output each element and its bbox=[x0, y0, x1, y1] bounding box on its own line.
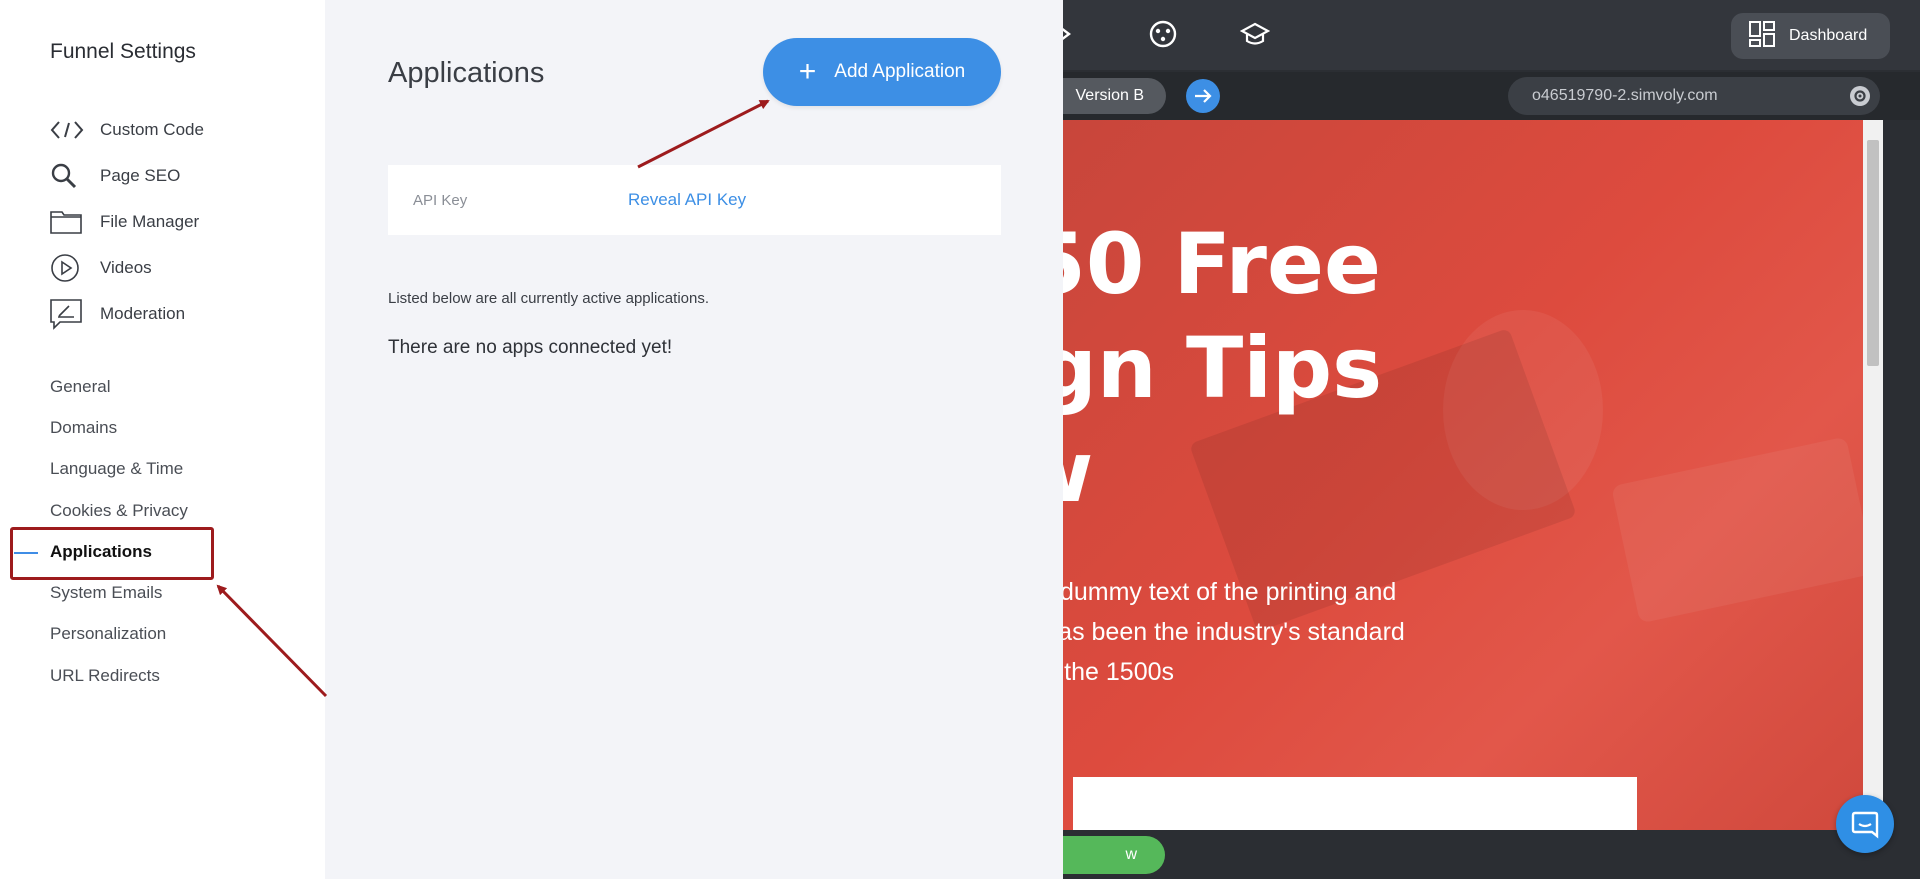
tool-label: Moderation bbox=[100, 304, 186, 323]
page-preview-canvas[interactable]: t 50 Free sign Tips ow sum is simply dum… bbox=[1063, 120, 1863, 830]
dashboard-icon bbox=[1749, 20, 1775, 52]
tool-file-manager[interactable]: File Manager bbox=[50, 199, 204, 245]
hero-line: ow bbox=[1063, 420, 1382, 524]
add-application-button[interactable]: + Add Application bbox=[763, 38, 1001, 106]
nav-item-language-time[interactable]: Language & Time bbox=[0, 449, 325, 490]
arrow-right-icon bbox=[1195, 89, 1212, 103]
api-key-label: API Key bbox=[413, 191, 468, 209]
nav-item-general[interactable]: General bbox=[0, 366, 325, 407]
nav-label: URL Redirects bbox=[50, 665, 160, 685]
page-title: Applications bbox=[388, 57, 545, 89]
applications-highlight-box bbox=[10, 527, 214, 580]
editor-preview: Dashboard Version B o46519790-2.simvoly.… bbox=[1063, 0, 1920, 879]
add-application-label: Add Application bbox=[834, 61, 966, 82]
scroll-thumb[interactable] bbox=[1867, 140, 1879, 366]
graduation-cap-icon[interactable] bbox=[1239, 18, 1271, 50]
editor-topbar: Dashboard bbox=[1063, 0, 1920, 70]
gear-icon[interactable] bbox=[1850, 86, 1870, 106]
listed-description: Listed below are all currently active ap… bbox=[388, 290, 709, 307]
nav-item-personalization[interactable]: Personalization bbox=[0, 614, 325, 655]
chat-icon bbox=[1851, 811, 1879, 839]
nav-label: Language & Time bbox=[50, 459, 184, 479]
play-circle-icon bbox=[50, 252, 86, 284]
hero-text-line: sum is simply dummy text of the printing… bbox=[1063, 578, 1397, 606]
empty-state-text: There are no apps connected yet! bbox=[388, 337, 673, 358]
tool-page-seo[interactable]: Page SEO bbox=[50, 153, 204, 199]
arrow-right-button[interactable] bbox=[1186, 79, 1220, 113]
nav-label: Personalization bbox=[50, 624, 167, 644]
tools-list: Custom Code Page SEO File Manager Videos… bbox=[50, 107, 204, 337]
tool-custom-code[interactable]: Custom Code bbox=[50, 107, 204, 153]
hero-text-line: g industry. It has been the industry's s… bbox=[1063, 618, 1405, 646]
tool-label: Videos bbox=[100, 258, 152, 277]
nav-item-cookies-privacy[interactable]: Cookies & Privacy bbox=[0, 490, 325, 531]
nav-label: General bbox=[50, 376, 111, 396]
dashboard-button[interactable]: Dashboard bbox=[1731, 13, 1890, 59]
applications-panel: Applications + Add Application API Key R… bbox=[325, 0, 1063, 879]
hero-line: sign Tips bbox=[1063, 319, 1383, 417]
site-url: o46519790-2.simvoly.com bbox=[1532, 87, 1718, 104]
tool-label: Custom Code bbox=[100, 120, 204, 139]
plus-icon: + bbox=[798, 55, 817, 88]
preview-scrollbar[interactable] bbox=[1863, 120, 1883, 830]
tool-videos[interactable]: Videos bbox=[50, 245, 204, 291]
comment-edit-icon bbox=[50, 298, 86, 330]
nav-label: System Emails bbox=[50, 583, 163, 603]
dashboard-label: Dashboard bbox=[1789, 27, 1868, 44]
hero-heading: t 50 Free sign Tips ow bbox=[1063, 212, 1382, 524]
folder-icon bbox=[50, 206, 86, 238]
reveal-api-key-link[interactable]: Reveal API Key bbox=[628, 190, 746, 210]
chat-button[interactable] bbox=[1836, 795, 1894, 853]
tool-label: Page SEO bbox=[100, 166, 181, 185]
editor-subbar: Version B o46519790-2.simvoly.com bbox=[1063, 72, 1920, 120]
hero-paragraph: sum is simply dummy text of the printing… bbox=[1063, 572, 1405, 692]
share-icon[interactable] bbox=[1063, 18, 1085, 50]
site-url-field[interactable]: o46519790-2.simvoly.com bbox=[1508, 77, 1880, 115]
tool-label: File Manager bbox=[100, 212, 200, 231]
api-key-card: API Key Reveal API Key bbox=[388, 165, 1001, 235]
sidebar-title: Funnel Settings bbox=[50, 40, 196, 63]
palette-icon[interactable] bbox=[1147, 18, 1179, 50]
nav-item-url-redirects[interactable]: URL Redirects bbox=[0, 655, 325, 696]
search-icon bbox=[50, 160, 86, 192]
tool-moderation[interactable]: Moderation bbox=[50, 291, 204, 337]
hero-line: t 50 Free bbox=[1063, 215, 1381, 313]
nav-label: Domains bbox=[50, 417, 118, 437]
bottom-action-button[interactable]: w bbox=[1063, 836, 1165, 874]
hero-white-box[interactable] bbox=[1073, 777, 1637, 830]
version-selector[interactable]: Version B bbox=[1063, 78, 1166, 114]
hero-text-line: ext ever since the 1500s bbox=[1063, 658, 1174, 686]
settings-sidebar: Funnel Settings Custom Code Page SEO Fil… bbox=[0, 0, 325, 879]
code-icon bbox=[50, 114, 86, 146]
nav-item-domains[interactable]: Domains bbox=[0, 407, 325, 448]
nav-label: Cookies & Privacy bbox=[50, 500, 188, 520]
